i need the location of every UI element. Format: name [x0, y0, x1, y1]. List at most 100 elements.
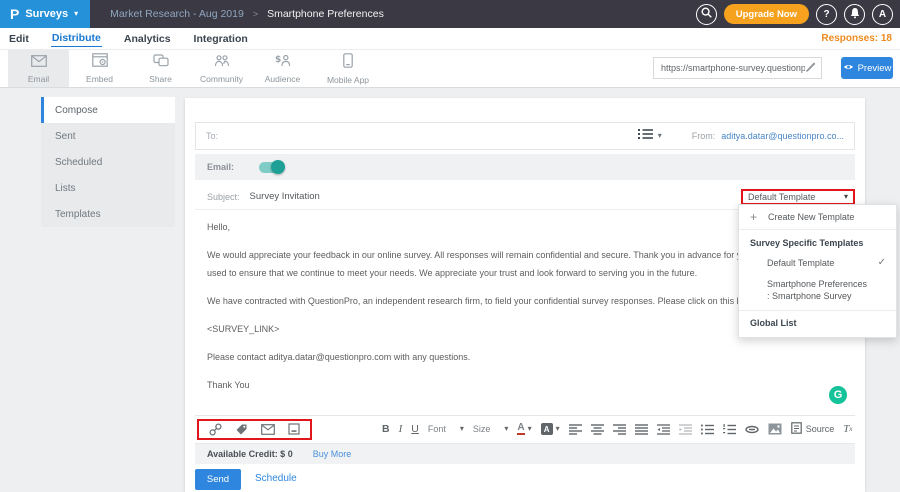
- menu-item-create-new-template[interactable]: + Create New Template: [739, 205, 896, 230]
- bold-button[interactable]: B: [382, 423, 390, 435]
- align-center-icon[interactable]: [591, 424, 604, 435]
- help-button[interactable]: ?: [816, 4, 837, 25]
- from-label: From:: [692, 131, 716, 141]
- channel-label: Audience: [265, 74, 300, 84]
- channel-tab-audience[interactable]: $ Audience: [252, 50, 313, 87]
- indent-icon[interactable]: [679, 424, 692, 435]
- bulleted-list-icon[interactable]: [701, 424, 714, 435]
- insert-email-icon[interactable]: [261, 424, 275, 435]
- channel-tab-embed[interactable]: Embed: [69, 50, 130, 87]
- channel-label: Community: [200, 74, 243, 84]
- insert-link-icon[interactable]: [209, 423, 222, 436]
- tab-distribute[interactable]: Distribute: [51, 30, 102, 47]
- default-template-label: Default Template: [767, 258, 834, 268]
- remove-format-button[interactable]: Tx: [843, 423, 852, 435]
- plus-icon: +: [750, 210, 757, 224]
- chevron-down-icon: ▾: [460, 425, 464, 433]
- menu-header-survey-specific: Survey Specific Templates: [739, 230, 896, 251]
- background-color-dropdown[interactable]: A▾: [541, 423, 560, 435]
- check-icon: ✓: [878, 257, 886, 268]
- audience-icon: $: [275, 53, 291, 72]
- tab-integration[interactable]: Integration: [193, 31, 249, 47]
- send-button[interactable]: Send: [195, 469, 241, 490]
- credit-row: Available Credit: $ 0 Buy More: [195, 443, 855, 464]
- notifications-button[interactable]: [844, 4, 865, 25]
- questionpro-logo: P: [10, 6, 19, 22]
- align-justify-icon[interactable]: [635, 424, 648, 435]
- size-dropdown[interactable]: Size▾: [473, 424, 509, 434]
- insert-image-icon[interactable]: [768, 423, 782, 435]
- insert-tools-group: [197, 419, 312, 440]
- available-credit-label: Available Credit: $ 0: [207, 449, 293, 459]
- background-color-icon: A: [541, 423, 553, 435]
- channel-label: Mobile App: [327, 75, 369, 85]
- menu-header-global-list[interactable]: Global List: [739, 311, 896, 337]
- share-icon: [153, 54, 169, 72]
- text-color-dropdown[interactable]: A▾: [517, 423, 531, 435]
- chevron-down-icon: ▾: [74, 10, 78, 18]
- template-select[interactable]: Default Template ▾: [741, 189, 855, 205]
- channel-label: Embed: [86, 74, 113, 84]
- underline-button[interactable]: U: [411, 423, 419, 435]
- insert-survey-box-icon[interactable]: [288, 423, 300, 435]
- body-line: Thank You: [207, 376, 855, 394]
- sidebar-item-compose[interactable]: Compose: [41, 97, 175, 123]
- sidebar-item-sent[interactable]: Sent: [41, 123, 175, 149]
- responses-count[interactable]: Responses: 18: [821, 33, 900, 44]
- outdent-icon[interactable]: [657, 424, 670, 435]
- smartphone-template-line1: Smartphone Preferences: [767, 278, 886, 290]
- breadcrumb: Market Research - Aug 2019 > Smartphone …: [110, 8, 384, 20]
- tab-edit[interactable]: Edit: [8, 31, 30, 47]
- svg-text:$: $: [275, 55, 281, 65]
- chevron-down-icon: ▾: [844, 193, 848, 201]
- source-button[interactable]: Source: [791, 422, 835, 436]
- account-avatar[interactable]: A: [872, 4, 893, 25]
- surveys-menu-label: Surveys: [25, 8, 68, 20]
- surveys-menu[interactable]: P Surveys ▾: [0, 0, 90, 28]
- search-icon: [701, 7, 712, 21]
- grammarly-icon[interactable]: G: [829, 386, 847, 404]
- search-button[interactable]: [696, 4, 717, 25]
- mobile-phone-icon: [343, 53, 353, 73]
- align-right-icon[interactable]: [613, 424, 626, 435]
- font-dropdown[interactable]: Font▾: [428, 424, 464, 434]
- breadcrumb-folder[interactable]: Market Research - Aug 2019: [110, 8, 244, 20]
- sidebar-item-scheduled[interactable]: Scheduled: [41, 149, 175, 175]
- survey-url-field[interactable]: https://smartphone-survey.questionpro: [653, 57, 822, 79]
- topbar: P Surveys ▾ Market Research - Aug 2019 >…: [0, 0, 900, 28]
- numbered-list-icon[interactable]: [723, 424, 736, 435]
- tab-analytics[interactable]: Analytics: [123, 31, 172, 47]
- source-label: Source: [806, 424, 835, 434]
- menu-item-smartphone-preferences[interactable]: Smartphone Preferences : Smartphone Surv…: [739, 273, 896, 311]
- to-input[interactable]: [206, 131, 638, 141]
- topbar-actions: Upgrade Now ? A: [696, 4, 900, 25]
- questionpro-app: P Surveys ▾ Market Research - Aug 2019 >…: [0, 0, 900, 492]
- align-left-icon[interactable]: [569, 424, 582, 435]
- select-list-button[interactable]: ▾: [638, 127, 662, 145]
- embed-icon: [92, 53, 108, 72]
- from-address[interactable]: aditya.datar@questionpro.co...: [721, 131, 844, 141]
- hyperlink-icon[interactable]: [745, 425, 759, 434]
- preview-label: Preview: [858, 63, 892, 74]
- chevron-down-icon: ▾: [504, 425, 508, 433]
- body-line: Please contact aditya.datar@questionpro.…: [207, 348, 855, 366]
- upgrade-now-button[interactable]: Upgrade Now: [724, 4, 809, 24]
- menu-item-default-template[interactable]: Default Template ✓: [739, 251, 896, 273]
- format-tools-group: B I U Font▾ Size▾ A▾ A▾ Source: [382, 422, 852, 436]
- pencil-icon[interactable]: [805, 59, 816, 77]
- sidebar-item-templates[interactable]: Templates: [41, 201, 175, 227]
- italic-button[interactable]: I: [399, 423, 403, 435]
- preview-button[interactable]: Preview: [841, 57, 893, 79]
- channel-tab-email[interactable]: Email: [8, 50, 69, 87]
- subject-value[interactable]: Survey Invitation: [250, 191, 320, 202]
- chevron-down-icon: ▾: [556, 425, 560, 433]
- email-toggle-switch[interactable]: [259, 162, 284, 173]
- sidebar-item-lists[interactable]: Lists: [41, 175, 175, 201]
- schedule-link[interactable]: Schedule: [255, 473, 297, 484]
- channel-tab-community[interactable]: Community: [191, 50, 252, 87]
- channel-tab-share[interactable]: Share: [130, 50, 191, 87]
- channel-tab-mobile-app[interactable]: Mobile App: [313, 50, 383, 87]
- buy-more-link[interactable]: Buy More: [313, 449, 352, 459]
- merge-tag-icon[interactable]: [235, 423, 248, 436]
- email-toggle-row: Email:: [195, 154, 855, 180]
